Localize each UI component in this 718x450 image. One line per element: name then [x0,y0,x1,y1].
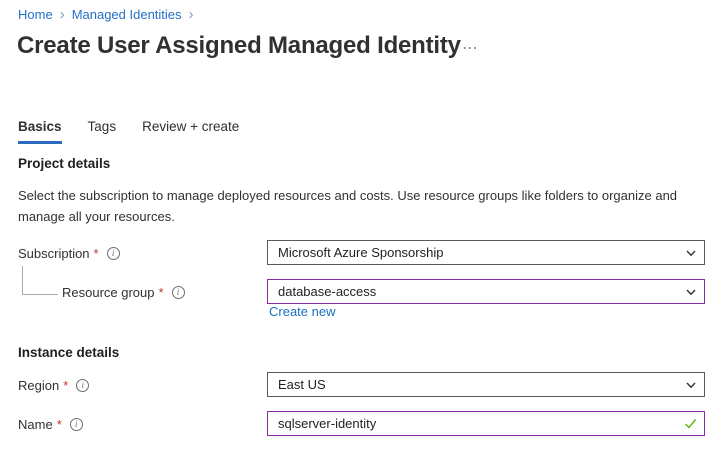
instance-details-heading: Instance details [18,345,119,360]
hierarchy-connector-line [22,266,58,295]
project-details-description: Select the subscription to manage deploy… [18,185,678,227]
chevron-down-icon[interactable] [678,286,704,298]
required-asterisk: * [94,246,99,261]
required-asterisk: * [159,285,164,300]
name-field [267,411,705,436]
resource-group-label: Resource group * [62,285,185,300]
tab-review-create[interactable]: Review + create [142,119,239,144]
required-asterisk: * [63,378,68,393]
region-label: Region * [18,378,89,393]
tab-bar: Basics Tags Review + create [18,119,265,144]
chevron-right-icon [60,7,65,22]
ellipsis-icon[interactable] [458,36,483,60]
breadcrumb: Home Managed Identities [18,7,201,22]
region-label-text: Region [18,378,59,393]
region-dropdown-value: East US [268,377,678,392]
resource-group-label-text: Resource group [62,285,155,300]
subscription-dropdown[interactable]: Microsoft Azure Sponsorship [267,240,705,265]
info-icon[interactable] [172,286,185,299]
breadcrumb-link-managed-identities[interactable]: Managed Identities [72,7,182,22]
resource-group-dropdown-value: database-access [268,284,678,299]
info-icon[interactable] [76,379,89,392]
info-icon[interactable] [70,418,83,431]
subscription-dropdown-value: Microsoft Azure Sponsorship [268,245,678,260]
chevron-down-icon[interactable] [678,379,704,391]
subscription-label-text: Subscription [18,246,90,261]
create-managed-identity-page: Home Managed Identities Create User Assi… [0,0,718,450]
name-label-text: Name [18,417,53,432]
breadcrumb-link-home[interactable]: Home [18,7,53,22]
chevron-right-icon [189,7,194,22]
required-asterisk: * [57,417,62,432]
create-new-link[interactable]: Create new [269,304,335,319]
tab-basics[interactable]: Basics [18,119,62,144]
resource-group-dropdown[interactable]: database-access [267,279,705,304]
name-input[interactable] [268,412,676,435]
subscription-label: Subscription * [18,246,120,261]
project-details-heading: Project details [18,156,110,171]
valid-check-icon [676,417,704,430]
tab-tags[interactable]: Tags [88,119,117,144]
name-label: Name * [18,417,83,432]
chevron-down-icon[interactable] [678,247,704,259]
info-icon[interactable] [107,247,120,260]
page-title: Create User Assigned Managed Identity [17,32,461,60]
region-dropdown[interactable]: East US [267,372,705,397]
